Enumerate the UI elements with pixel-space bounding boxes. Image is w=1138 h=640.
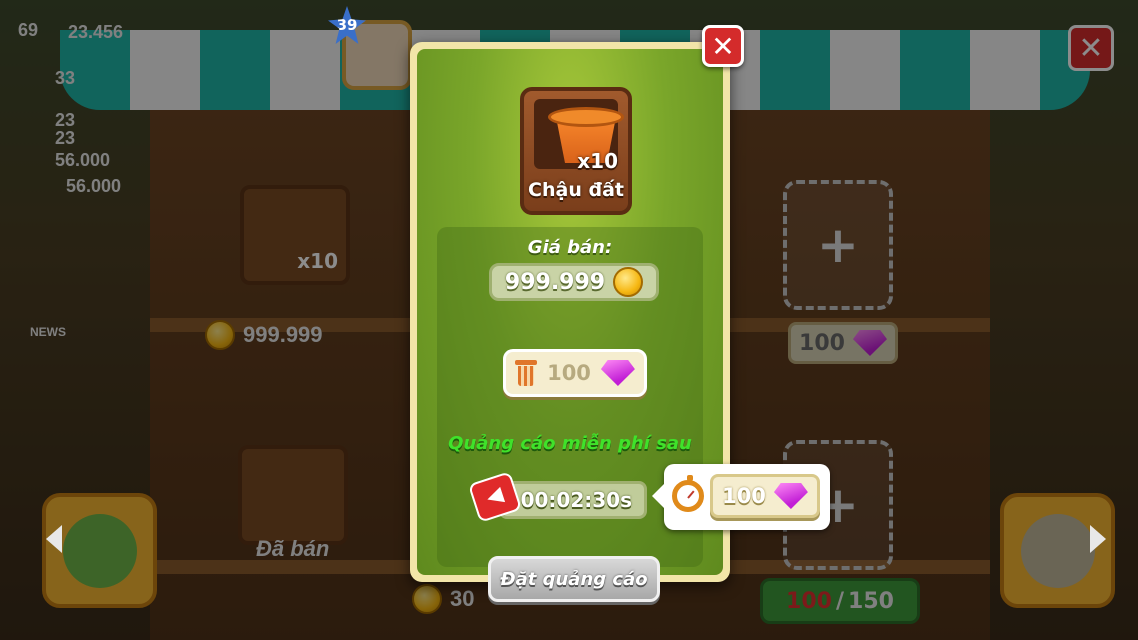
hud-stat-4: 23 [55, 128, 76, 148]
slot-quantity: x10 [297, 249, 338, 273]
hud-stat-1-value: 23.456 [68, 22, 124, 42]
close-icon[interactable]: ✕ [702, 25, 744, 67]
empty-slot-upper-price[interactable]: 100 [788, 322, 898, 364]
skip-cost: 100 [722, 484, 766, 508]
hud-stat-2: 33 [55, 68, 76, 88]
storage-counter[interactable]: 100/150 [760, 578, 920, 624]
stopwatch-icon [672, 475, 704, 512]
background-close-icon[interactable]: ✕ [1068, 25, 1114, 71]
ad-timer: 00:02:30s [499, 481, 647, 519]
trash-icon [515, 360, 538, 386]
sold-slot[interactable] [238, 445, 348, 545]
bottom-coin: 30 [412, 584, 474, 614]
cat-avatar [1020, 513, 1095, 588]
sold-label: Đã bán [256, 536, 330, 561]
pot-rim [548, 107, 624, 127]
gem-icon [852, 330, 887, 356]
place-ad-button[interactable]: Đặt quảng cáo [488, 556, 660, 602]
item-name: Chậu đất [528, 179, 624, 201]
arrow-right-icon[interactable] [1090, 525, 1106, 553]
skip-timer-button[interactable]: 100 [710, 474, 820, 518]
hud-stat-5: 56.000 [55, 150, 111, 170]
gem-icon [773, 483, 808, 509]
free-ad-label: Quảng cáo miễn phí sau [448, 433, 692, 454]
price-value: 999.999 [504, 269, 606, 295]
price-label: Giá bán: [527, 237, 613, 258]
coin-icon [412, 584, 442, 614]
coin-icon [205, 320, 235, 350]
empty-slot-upper[interactable]: + [783, 180, 893, 310]
remove-item-button[interactable]: 100 [503, 349, 647, 397]
gem-icon [600, 360, 635, 386]
megaphone-icon [484, 486, 506, 508]
coin-icon [613, 267, 644, 297]
hud-stat-6: 56.000 [66, 176, 122, 196]
arrow-left-icon[interactable] [46, 525, 62, 553]
item-quantity: x10 [577, 149, 618, 173]
frog-avatar [62, 513, 137, 588]
slot-left-price: 999.999 [205, 320, 323, 350]
hud-stat-1: 69 [18, 20, 39, 40]
item-display: x10 Chậu đất [520, 87, 632, 215]
remove-cost: 100 [547, 361, 591, 385]
price-field: 999.999 [489, 263, 659, 301]
sale-slot-left[interactable]: x10 [240, 185, 350, 285]
news-label[interactable]: NEWS [30, 325, 66, 339]
skip-timer-popup: 100 [652, 464, 830, 530]
